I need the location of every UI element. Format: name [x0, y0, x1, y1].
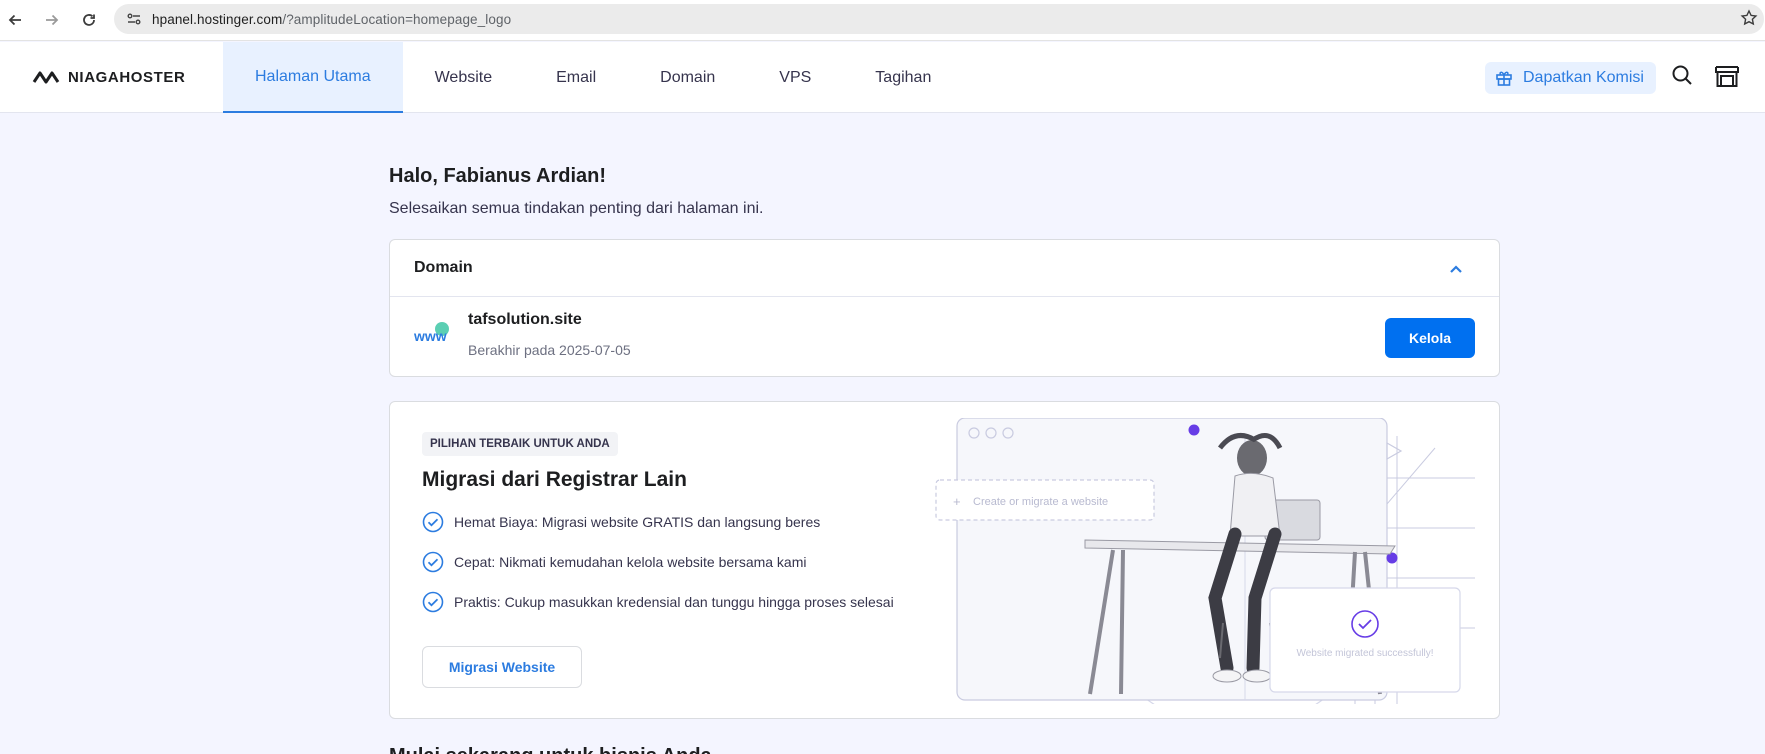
- greeting-title: Halo, Fabianus Ardian!: [389, 165, 607, 187]
- create-website-label: Create or migrate a website: [973, 496, 1108, 508]
- svg-text:+: +: [953, 494, 961, 509]
- nav-vps[interactable]: VPS: [747, 42, 843, 113]
- url-path: /?amplitudeLocation=homepage_logo: [282, 11, 512, 27]
- check-circle-icon: [422, 591, 444, 613]
- nav-domain[interactable]: Domain: [628, 42, 747, 113]
- niagahoster-logo[interactable]: NIAGAHOSTER: [32, 65, 185, 89]
- logo-mark-icon: [32, 71, 60, 84]
- site-info-icon[interactable]: [122, 7, 146, 31]
- nav-email[interactable]: Email: [524, 42, 628, 113]
- migration-success-label: Website migrated successfully!: [1296, 648, 1433, 659]
- feature-text: Hemat Biaya: Migrasi website GRATIS dan …: [454, 514, 821, 530]
- domain-card-header[interactable]: Domain: [390, 240, 1499, 297]
- logo-text: NIAGAHOSTER: [68, 68, 186, 86]
- promo-card: PILIHAN TERBAIK UNTUK ANDA Migrasi dari …: [389, 401, 1500, 719]
- feature-text: Praktis: Cukup masukkan kredensial dan t…: [454, 594, 894, 610]
- domain-expiry: Berakhir pada 2025-07-05: [468, 342, 631, 358]
- www-text: www: [414, 328, 447, 344]
- back-icon[interactable]: [2, 7, 28, 33]
- url-text: hpanel.hostinger.com/?amplitudeLocation=…: [152, 12, 511, 27]
- referral-button[interactable]: Dapatkan Komisi: [1485, 62, 1656, 94]
- promo-title: Migrasi dari Registrar Lain: [422, 468, 687, 491]
- domain-card: Domain www tafsolution.site Berakhir pad…: [389, 239, 1500, 377]
- main-nav: Halaman Utama Website Email Domain VPS T…: [223, 42, 963, 113]
- greeting-subtitle: Selesaikan semua tindakan penting dari h…: [389, 200, 764, 217]
- migrasi-website-button[interactable]: Migrasi Website: [422, 646, 582, 688]
- chevron-up-icon[interactable]: [1449, 259, 1463, 278]
- browser-toolbar: hpanel.hostinger.com/?amplitudeLocation=…: [0, 0, 1765, 41]
- domain-row: www tafsolution.site Berakhir pada 2025-…: [390, 297, 1499, 377]
- next-section-title: Mulai sekarang untuk bisnis Anda: [389, 745, 712, 754]
- referral-label: Dapatkan Komisi: [1523, 69, 1644, 86]
- url-host: hpanel.hostinger.com: [152, 11, 283, 27]
- feature-item: Praktis: Cukup masukkan kredensial dan t…: [422, 591, 894, 613]
- bookmark-star-icon[interactable]: [1740, 9, 1758, 31]
- migration-illustration: + Create or migrate a website Website mi…: [935, 417, 1475, 718]
- feature-item: Hemat Biaya: Migrasi website GRATIS dan …: [422, 511, 820, 533]
- domain-name: tafsolution.site: [468, 311, 582, 328]
- kelola-button[interactable]: Kelola: [1385, 318, 1475, 358]
- feature-item: Cepat: Nikmati kemudahan kelola website …: [422, 551, 807, 573]
- nav-halaman-utama[interactable]: Halaman Utama: [223, 42, 403, 113]
- store-icon[interactable]: [1714, 64, 1740, 92]
- check-circle-icon: [422, 511, 444, 533]
- reload-icon[interactable]: [76, 7, 102, 33]
- nav-tagihan[interactable]: Tagihan: [843, 42, 963, 113]
- address-bar[interactable]: hpanel.hostinger.com/?amplitudeLocation=…: [114, 4, 1764, 34]
- www-icon: www: [413, 321, 452, 345]
- gift-icon: [1496, 71, 1512, 86]
- nav-website[interactable]: Website: [403, 42, 525, 113]
- domain-card-title: Domain: [414, 259, 473, 276]
- feature-text: Cepat: Nikmati kemudahan kelola website …: [454, 554, 807, 570]
- promo-badge: PILIHAN TERBAIK UNTUK ANDA: [422, 432, 618, 456]
- forward-icon[interactable]: [39, 7, 65, 33]
- check-circle-icon: [422, 551, 444, 573]
- search-icon[interactable]: [1671, 64, 1693, 90]
- app-header: NIAGAHOSTER Halaman Utama Website Email …: [0, 42, 1765, 113]
